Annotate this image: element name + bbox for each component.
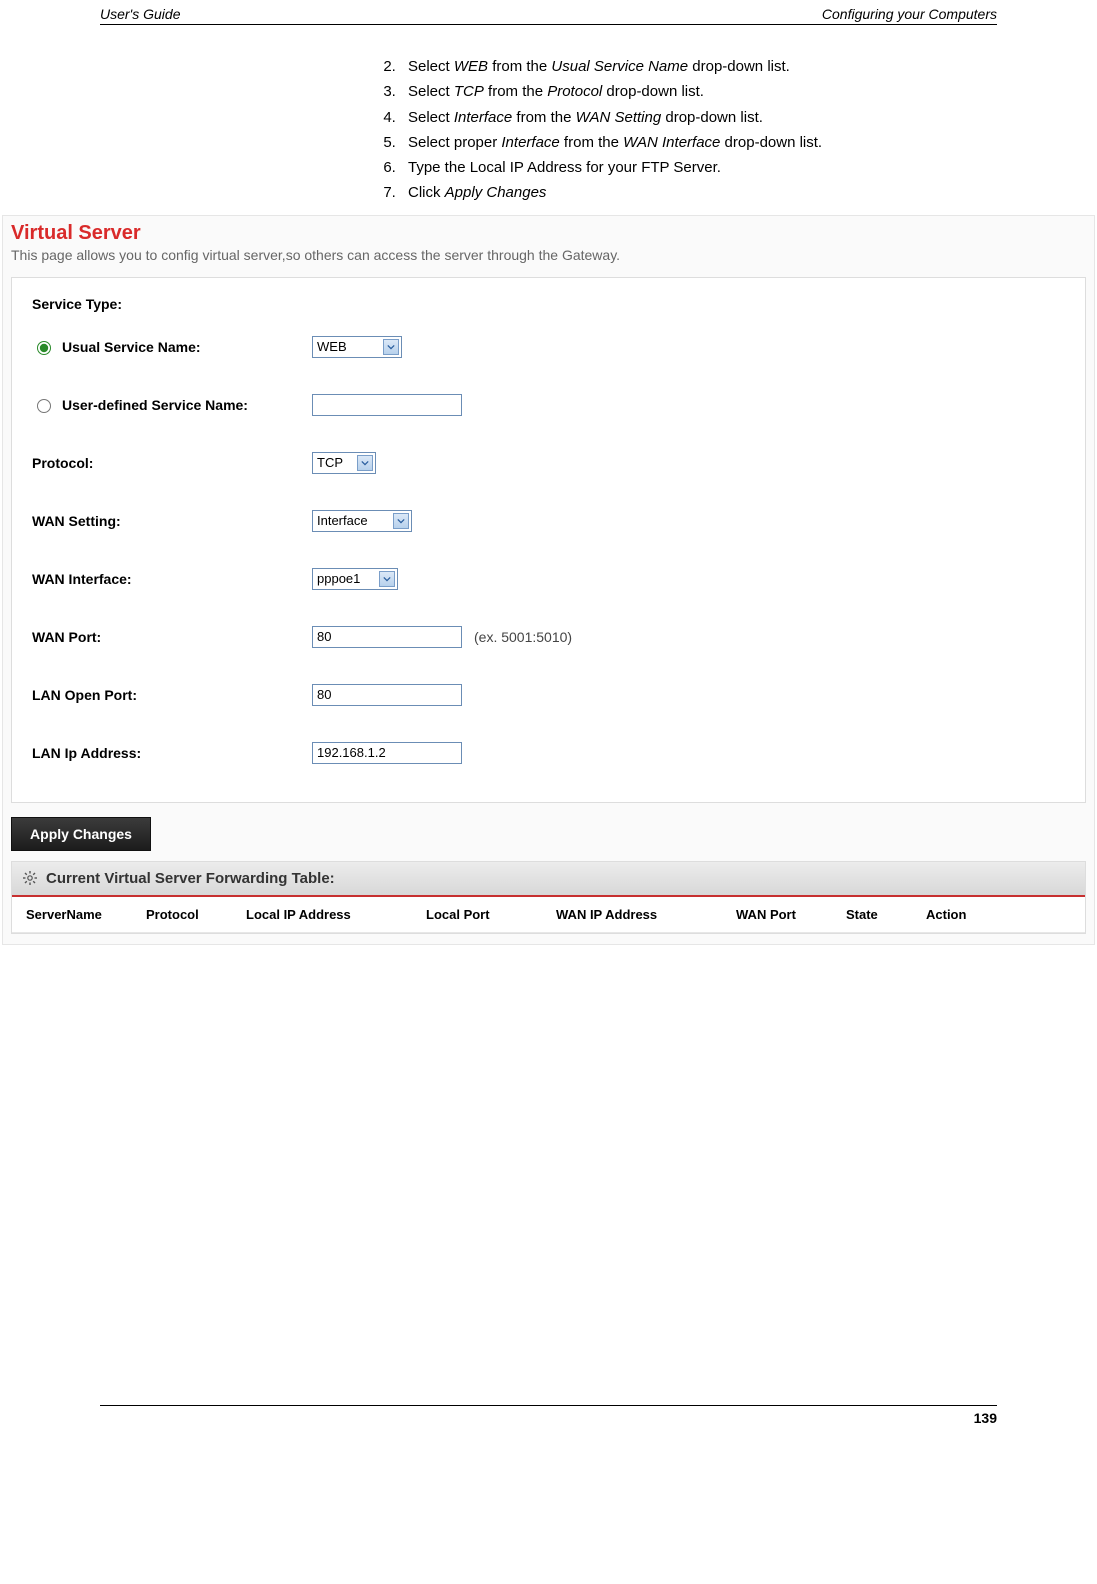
wan-port-hint: (ex. 5001:5010) xyxy=(474,629,572,645)
wan-setting-value: Interface xyxy=(317,513,387,528)
page-header: User's Guide Configuring your Computers xyxy=(100,0,997,25)
usual-service-select[interactable]: WEB xyxy=(312,336,402,358)
lan-ip-input[interactable] xyxy=(312,742,462,764)
instruction-list: Select WEB from the Usual Service Name d… xyxy=(360,55,997,205)
user-defined-service-label: User-defined Service Name: xyxy=(62,397,248,413)
col-state: State xyxy=(846,907,926,922)
chevron-down-icon xyxy=(383,339,399,355)
service-type-heading: Service Type: xyxy=(32,296,312,312)
chevron-down-icon xyxy=(357,455,373,471)
protocol-select[interactable]: TCP xyxy=(312,452,376,474)
usual-service-radio[interactable] xyxy=(37,341,51,355)
user-defined-service-radio[interactable] xyxy=(37,399,51,413)
col-servername: ServerName xyxy=(26,907,146,922)
forwarding-table-columns: ServerName Protocol Local IP Address Loc… xyxy=(12,897,1085,933)
forwarding-table-title: Current Virtual Server Forwarding Table: xyxy=(46,870,335,887)
apply-changes-button[interactable]: Apply Changes xyxy=(11,817,151,851)
instruction-step: Select TCP from the Protocol drop-down l… xyxy=(400,80,997,103)
col-wan-ip: WAN IP Address xyxy=(556,907,736,922)
col-local-ip: Local IP Address xyxy=(246,907,426,922)
virtual-server-heading: Virtual Server xyxy=(3,216,1094,245)
instruction-step: Click Apply Changes xyxy=(400,181,997,204)
virtual-server-description: This page allows you to config virtual s… xyxy=(3,245,1094,271)
protocol-label: Protocol: xyxy=(32,455,312,471)
page-footer: 139 xyxy=(100,1405,997,1446)
forwarding-table-header: Current Virtual Server Forwarding Table: xyxy=(12,862,1085,897)
col-local-port: Local Port xyxy=(426,907,556,922)
user-defined-service-input[interactable] xyxy=(312,394,462,416)
gear-icon xyxy=(22,870,38,886)
protocol-value: TCP xyxy=(317,455,351,470)
col-protocol: Protocol xyxy=(146,907,246,922)
wan-setting-label: WAN Setting: xyxy=(32,513,312,529)
col-action: Action xyxy=(926,907,996,922)
wan-interface-value: pppoe1 xyxy=(317,571,373,586)
lan-ip-label: LAN Ip Address: xyxy=(32,745,312,761)
wan-port-input[interactable] xyxy=(312,626,462,648)
chevron-down-icon xyxy=(379,571,395,587)
wan-setting-select[interactable]: Interface xyxy=(312,510,412,532)
col-wan-port: WAN Port xyxy=(736,907,846,922)
header-right: Configuring your Computers xyxy=(822,6,997,22)
instruction-step: Type the Local IP Address for your FTP S… xyxy=(400,156,997,179)
page-number: 139 xyxy=(974,1410,997,1426)
lan-open-port-input[interactable] xyxy=(312,684,462,706)
instruction-step: Select Interface from the WAN Setting dr… xyxy=(400,106,997,129)
usual-service-value: WEB xyxy=(317,339,377,354)
wan-interface-label: WAN Interface: xyxy=(32,571,312,587)
usual-service-label: Usual Service Name: xyxy=(62,339,201,355)
header-left: User's Guide xyxy=(100,6,180,22)
wan-interface-select[interactable]: pppoe1 xyxy=(312,568,398,590)
instruction-step: Select WEB from the Usual Service Name d… xyxy=(400,55,997,78)
instruction-step: Select proper Interface from the WAN Int… xyxy=(400,131,997,154)
service-type-form: Service Type: Usual Service Name: WEB Us… xyxy=(11,277,1086,803)
virtual-server-panel: Virtual Server This page allows you to c… xyxy=(2,215,1095,945)
chevron-down-icon xyxy=(393,513,409,529)
wan-port-label: WAN Port: xyxy=(32,629,312,645)
lan-open-port-label: LAN Open Port: xyxy=(32,687,312,703)
forwarding-table: Current Virtual Server Forwarding Table:… xyxy=(11,861,1086,934)
